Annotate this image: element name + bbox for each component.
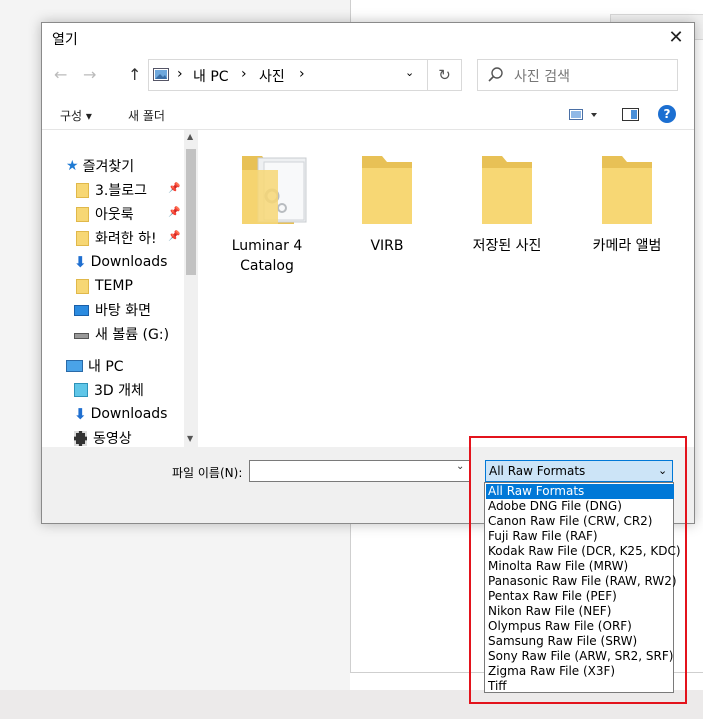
nav-item-label: 바탕 화면 bbox=[95, 303, 151, 319]
folder-item-virb[interactable]: VIRB bbox=[332, 148, 442, 256]
nav-item-label: TEMP bbox=[95, 278, 133, 294]
pictures-icon bbox=[153, 68, 169, 81]
back-button[interactable]: ← bbox=[54, 65, 67, 84]
nav-item-hwaryeo[interactable]: 화려한 하! bbox=[76, 226, 176, 250]
star-icon: ★ bbox=[66, 158, 79, 174]
view-options-icon[interactable] bbox=[569, 108, 599, 122]
breadcrumb-sep: › bbox=[241, 66, 247, 82]
filename-label: 파일 이름(N): bbox=[172, 466, 243, 480]
folder-label: Luminar 4 Catalog bbox=[231, 238, 303, 274]
nav-item-label: 동영상 bbox=[93, 431, 132, 447]
desktop-icon bbox=[74, 304, 89, 316]
close-icon: ✕ bbox=[668, 27, 684, 48]
refresh-icon: ↻ bbox=[438, 66, 451, 84]
folder-icon bbox=[452, 148, 562, 230]
chevron-down-icon[interactable]: ⌄ bbox=[405, 66, 414, 79]
folder-icon bbox=[332, 148, 442, 230]
nav-item-label: 즐겨찾기 bbox=[82, 159, 135, 175]
chevron-down-icon[interactable]: ⌄ bbox=[456, 461, 464, 472]
drive-icon bbox=[74, 333, 89, 339]
scroll-up-icon[interactable]: ▲ bbox=[187, 132, 193, 141]
nav-item-3d-objects[interactable]: 3D 개체 bbox=[74, 378, 198, 402]
pin-icon: 📌 bbox=[168, 231, 181, 242]
pc-icon bbox=[66, 360, 83, 372]
pin-icon: 📌 bbox=[168, 207, 181, 218]
help-icon[interactable]: ? bbox=[658, 105, 676, 123]
refresh-button[interactable]: ↻ bbox=[428, 59, 462, 91]
navigation-pane: ★ 즐겨찾기 3.블로그 아웃룩 화려한 하! 📌 📌 📌 ⬇ Downloads … bbox=[42, 130, 198, 447]
nav-item-mypc[interactable]: 내 PC bbox=[66, 354, 198, 378]
nav-item-temp[interactable]: TEMP bbox=[76, 274, 198, 298]
folder-icon bbox=[76, 230, 89, 246]
dialog-title: 열기 bbox=[52, 32, 78, 48]
nav-item-downloads-pc[interactable]: ⬇ Downloads bbox=[74, 402, 198, 426]
search-box[interactable]: 사진 검색 bbox=[477, 59, 678, 91]
folder-item-saved-pictures[interactable]: 저장된 사진 bbox=[452, 148, 562, 256]
folder-item-camera-roll[interactable]: 카메라 앨범 bbox=[572, 148, 682, 256]
new-folder-button[interactable]: 새 폴더 bbox=[128, 107, 165, 124]
pin-icon: 📌 bbox=[168, 183, 181, 194]
download-icon: ⬇ bbox=[74, 253, 87, 271]
close-button[interactable]: ✕ bbox=[662, 25, 690, 51]
folder-item-luminar[interactable]: Luminar 4 Catalog bbox=[212, 148, 322, 276]
nav-item-label: 3D 개체 bbox=[94, 383, 144, 399]
organize-button[interactable]: 구성 ▾ bbox=[60, 107, 92, 124]
scroll-down-icon[interactable]: ▼ bbox=[187, 434, 193, 443]
folder-label: 카메라 앨범 bbox=[592, 238, 662, 254]
video-icon bbox=[74, 430, 87, 446]
nav-item-label: Downloads bbox=[90, 254, 168, 270]
forward-button[interactable]: → bbox=[83, 65, 96, 84]
folder-icon bbox=[76, 278, 89, 294]
folder-icon bbox=[572, 148, 682, 230]
folder-icon bbox=[212, 148, 322, 230]
nav-item-desktop[interactable]: 바탕 화면 bbox=[74, 298, 198, 322]
download-icon: ⬇ bbox=[74, 405, 87, 423]
nav-item-favorites[interactable]: ★ 즐겨찾기 bbox=[66, 154, 198, 178]
nav-item-label: 화려한 하! bbox=[95, 231, 157, 247]
filename-input[interactable] bbox=[249, 460, 471, 482]
nav-item-downloads[interactable]: ⬇ Downloads bbox=[74, 250, 198, 274]
search-icon bbox=[488, 67, 504, 83]
preview-pane-icon[interactable] bbox=[622, 108, 640, 122]
breadcrumb-sep: › bbox=[299, 66, 305, 82]
nav-item-videos[interactable]: 동영상 bbox=[74, 426, 198, 447]
nav-item-label: 3.블로그 bbox=[95, 183, 147, 199]
nav-item-volume-g[interactable]: 새 볼륨 (G:) bbox=[74, 322, 198, 346]
nav-scrollbar-thumb[interactable] bbox=[186, 149, 196, 275]
folder-icon bbox=[76, 206, 89, 222]
breadcrumb-item-pictures[interactable]: 사진 bbox=[259, 66, 285, 86]
address-bar[interactable]: › 내 PC › 사진 › ⌄ bbox=[148, 59, 428, 91]
nav-item-label: Downloads bbox=[90, 406, 168, 422]
folder-label: VIRB bbox=[370, 238, 404, 254]
nav-item-label: 아웃룩 bbox=[95, 207, 134, 223]
cube-icon bbox=[74, 383, 88, 397]
folder-label: 저장된 사진 bbox=[472, 238, 542, 254]
command-toolbar: 구성 ▾ 새 폴더 ? bbox=[42, 101, 694, 129]
folder-icon bbox=[76, 182, 89, 198]
search-placeholder: 사진 검색 bbox=[514, 69, 570, 85]
highlight-box bbox=[469, 436, 687, 704]
up-button[interactable]: ↑ bbox=[128, 65, 141, 84]
folder-view: Luminar 4 Catalog VIRB 저장된 사진 카메라 앨범 bbox=[202, 130, 690, 447]
nav-item-label: 새 볼륨 (G:) bbox=[95, 327, 170, 343]
breadcrumb-item-mypc[interactable]: 내 PC bbox=[193, 66, 229, 86]
breadcrumb-sep: › bbox=[177, 66, 183, 82]
nav-item-label: 내 PC bbox=[88, 359, 124, 375]
